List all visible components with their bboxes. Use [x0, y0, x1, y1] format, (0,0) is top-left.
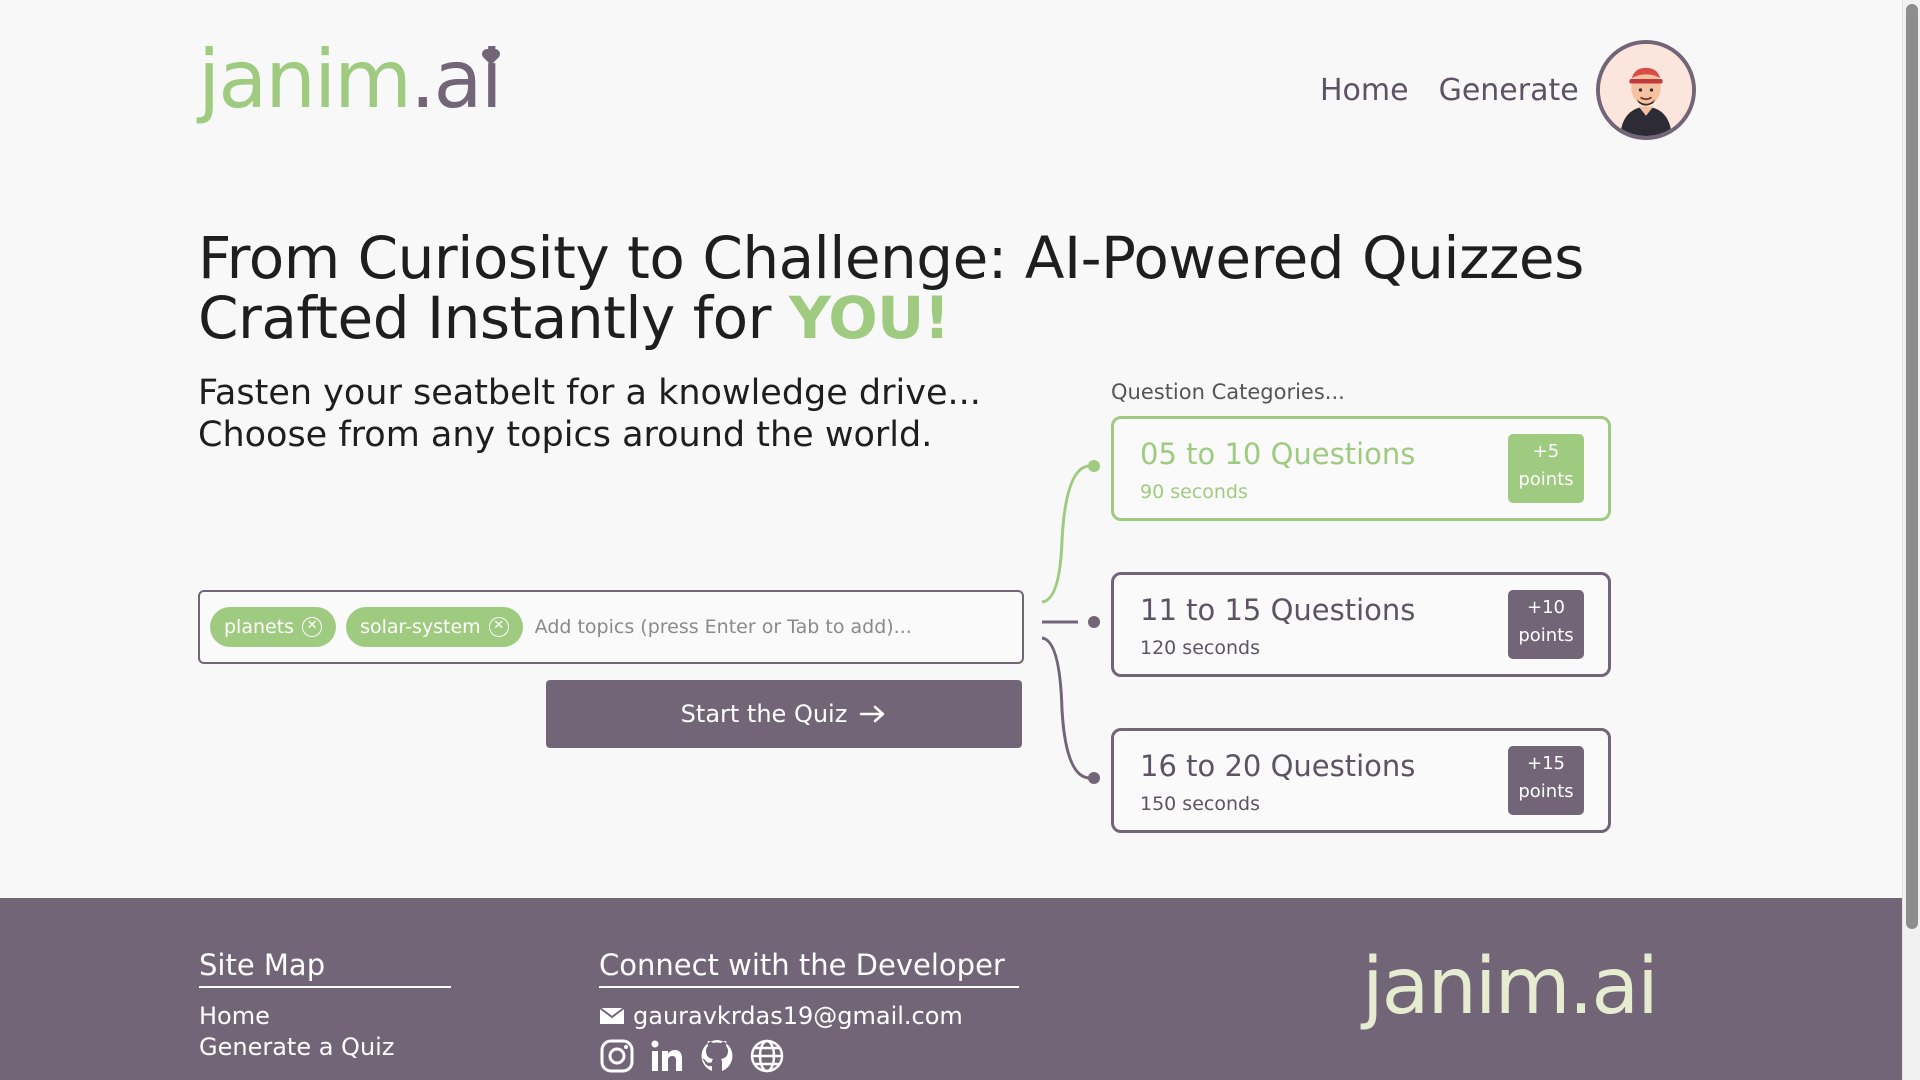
hero-title-line2: Crafted Instantly for [198, 284, 789, 352]
page-scrollbar[interactable] [1902, 0, 1920, 1080]
nav-generate[interactable]: Generate [1439, 70, 1579, 112]
connect-heading: Connect with the Developer [599, 948, 1019, 988]
category-time: 150 seconds [1140, 793, 1260, 815]
mail-icon [599, 1007, 625, 1024]
topic-chip: solar-system ✕ [346, 607, 523, 647]
globe-icon[interactable] [749, 1038, 785, 1074]
remove-chip-icon[interactable]: ✕ [302, 617, 323, 637]
topic-input-box[interactable]: planets ✕ solar-system ✕ [198, 590, 1024, 664]
email-text: gauravkrdas19@gmail.com [633, 1002, 963, 1030]
footer-link-generate[interactable]: Generate a Quiz [199, 1033, 394, 1061]
nav-home[interactable]: Home [1320, 70, 1409, 112]
hero-title-highlight: YOU! [788, 284, 950, 352]
logo[interactable]: janim.ai [198, 40, 503, 120]
scrollbar-thumb[interactable] [1906, 4, 1918, 929]
category-time: 120 seconds [1140, 637, 1260, 659]
category-card-11-15[interactable]: 11 to 15 Questions 120 seconds +10 point… [1111, 572, 1611, 677]
category-title: 16 to 20 Questions [1140, 749, 1416, 783]
arrow-right-icon [860, 705, 885, 723]
points-badge: +15 points [1508, 746, 1584, 815]
remove-chip-icon[interactable]: ✕ [488, 617, 509, 637]
category-card-5-10[interactable]: 05 to 10 Questions 90 seconds +5 points [1111, 416, 1611, 521]
points-badge: +5 points [1508, 434, 1584, 503]
main-nav: Home Generate [1320, 70, 1579, 112]
footer-logo[interactable]: janim.ai [1362, 948, 1659, 1026]
social-links [599, 1038, 785, 1074]
start-quiz-button[interactable]: Start the Quiz [546, 680, 1022, 748]
hero-title: From Curiosity to Challenge: AI-Powered … [198, 228, 1638, 348]
hero-subtitle: Fasten your seatbelt for a knowledge dri… [198, 372, 1018, 456]
email-link[interactable]: gauravkrdas19@gmail.com [599, 1002, 963, 1030]
linkedin-icon[interactable] [649, 1038, 685, 1074]
topic-chip: planets ✕ [210, 607, 337, 647]
github-icon[interactable] [699, 1038, 735, 1074]
hero-subtitle-line2: Choose from any topics around the world. [198, 415, 933, 455]
instagram-icon[interactable] [599, 1038, 635, 1074]
footer-link-home[interactable]: Home [199, 1002, 270, 1030]
heart-icon [481, 49, 500, 65]
avatar[interactable] [1596, 40, 1696, 140]
sitemap-heading: Site Map [199, 948, 451, 988]
site-header: janim.ai Home Generate [0, 0, 1902, 170]
category-title: 05 to 10 Questions [1140, 437, 1416, 471]
topic-chip-label: solar-system [360, 616, 481, 638]
hero-title-line1: From Curiosity to Challenge: AI-Powered … [198, 224, 1584, 292]
topic-chip-label: planets [224, 616, 295, 638]
start-quiz-label: Start the Quiz [680, 700, 848, 728]
points-badge: +10 points [1508, 590, 1584, 659]
hero-subtitle-line1: Fasten your seatbelt for a knowledge dri… [198, 373, 981, 413]
categories-label: Question Categories... [1111, 380, 1345, 404]
topic-input[interactable] [532, 615, 1012, 639]
category-title: 11 to 15 Questions [1140, 593, 1416, 627]
category-card-16-20[interactable]: 16 to 20 Questions 150 seconds +15 point… [1111, 728, 1611, 833]
site-footer: Site Map Home Generate a Quiz Connect wi… [0, 898, 1902, 1080]
category-time: 90 seconds [1140, 481, 1248, 503]
